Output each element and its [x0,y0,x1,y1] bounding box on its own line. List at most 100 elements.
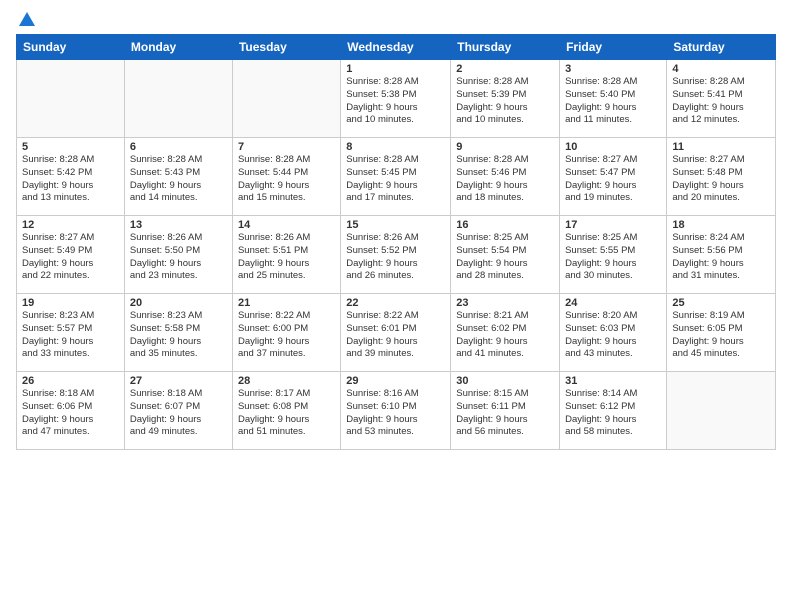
day-info: Sunrise: 8:20 AM Sunset: 6:03 PM Dayligh… [565,310,661,361]
day-number: 13 [130,219,227,231]
day-cell: 7Sunrise: 8:28 AM Sunset: 5:44 PM Daylig… [232,138,340,216]
day-info: Sunrise: 8:14 AM Sunset: 6:12 PM Dayligh… [565,388,661,439]
day-info: Sunrise: 8:18 AM Sunset: 6:06 PM Dayligh… [22,388,119,439]
day-info: Sunrise: 8:26 AM Sunset: 5:51 PM Dayligh… [238,232,335,283]
day-info: Sunrise: 8:22 AM Sunset: 6:01 PM Dayligh… [346,310,445,361]
day-cell: 17Sunrise: 8:25 AM Sunset: 5:55 PM Dayli… [560,216,667,294]
week-row-4: 19Sunrise: 8:23 AM Sunset: 5:57 PM Dayli… [17,294,776,372]
day-number: 26 [22,375,119,387]
weekday-header-thursday: Thursday [451,35,560,60]
day-cell: 22Sunrise: 8:22 AM Sunset: 6:01 PM Dayli… [341,294,451,372]
day-number: 18 [672,219,770,231]
day-cell: 6Sunrise: 8:28 AM Sunset: 5:43 PM Daylig… [124,138,232,216]
logo [16,12,35,26]
day-cell: 4Sunrise: 8:28 AM Sunset: 5:41 PM Daylig… [667,60,776,138]
day-info: Sunrise: 8:16 AM Sunset: 6:10 PM Dayligh… [346,388,445,439]
day-number: 4 [672,63,770,75]
day-number: 29 [346,375,445,387]
day-cell: 3Sunrise: 8:28 AM Sunset: 5:40 PM Daylig… [560,60,667,138]
day-number: 12 [22,219,119,231]
day-info: Sunrise: 8:28 AM Sunset: 5:43 PM Dayligh… [130,154,227,205]
day-info: Sunrise: 8:28 AM Sunset: 5:38 PM Dayligh… [346,76,445,127]
day-number: 21 [238,297,335,309]
day-number: 24 [565,297,661,309]
day-info: Sunrise: 8:27 AM Sunset: 5:47 PM Dayligh… [565,154,661,205]
day-cell: 31Sunrise: 8:14 AM Sunset: 6:12 PM Dayli… [560,372,667,450]
day-info: Sunrise: 8:18 AM Sunset: 6:07 PM Dayligh… [130,388,227,439]
day-cell: 24Sunrise: 8:20 AM Sunset: 6:03 PM Dayli… [560,294,667,372]
day-number: 27 [130,375,227,387]
calendar: SundayMondayTuesdayWednesdayThursdayFrid… [16,34,776,450]
day-cell: 18Sunrise: 8:24 AM Sunset: 5:56 PM Dayli… [667,216,776,294]
day-number: 20 [130,297,227,309]
day-info: Sunrise: 8:25 AM Sunset: 5:55 PM Dayligh… [565,232,661,283]
day-cell: 10Sunrise: 8:27 AM Sunset: 5:47 PM Dayli… [560,138,667,216]
day-cell: 12Sunrise: 8:27 AM Sunset: 5:49 PM Dayli… [17,216,125,294]
day-info: Sunrise: 8:23 AM Sunset: 5:57 PM Dayligh… [22,310,119,361]
day-number: 1 [346,63,445,75]
day-cell: 20Sunrise: 8:23 AM Sunset: 5:58 PM Dayli… [124,294,232,372]
day-cell: 5Sunrise: 8:28 AM Sunset: 5:42 PM Daylig… [17,138,125,216]
day-cell: 16Sunrise: 8:25 AM Sunset: 5:54 PM Dayli… [451,216,560,294]
week-row-2: 5Sunrise: 8:28 AM Sunset: 5:42 PM Daylig… [17,138,776,216]
day-number: 8 [346,141,445,153]
day-info: Sunrise: 8:22 AM Sunset: 6:00 PM Dayligh… [238,310,335,361]
week-row-3: 12Sunrise: 8:27 AM Sunset: 5:49 PM Dayli… [17,216,776,294]
day-cell: 26Sunrise: 8:18 AM Sunset: 6:06 PM Dayli… [17,372,125,450]
day-cell: 11Sunrise: 8:27 AM Sunset: 5:48 PM Dayli… [667,138,776,216]
day-info: Sunrise: 8:27 AM Sunset: 5:48 PM Dayligh… [672,154,770,205]
day-cell: 8Sunrise: 8:28 AM Sunset: 5:45 PM Daylig… [341,138,451,216]
day-number: 6 [130,141,227,153]
day-cell: 30Sunrise: 8:15 AM Sunset: 6:11 PM Dayli… [451,372,560,450]
day-info: Sunrise: 8:27 AM Sunset: 5:49 PM Dayligh… [22,232,119,283]
day-info: Sunrise: 8:26 AM Sunset: 5:52 PM Dayligh… [346,232,445,283]
day-cell: 13Sunrise: 8:26 AM Sunset: 5:50 PM Dayli… [124,216,232,294]
day-cell [232,60,340,138]
day-cell: 29Sunrise: 8:16 AM Sunset: 6:10 PM Dayli… [341,372,451,450]
day-info: Sunrise: 8:21 AM Sunset: 6:02 PM Dayligh… [456,310,554,361]
day-cell: 21Sunrise: 8:22 AM Sunset: 6:00 PM Dayli… [232,294,340,372]
day-number: 11 [672,141,770,153]
day-number: 28 [238,375,335,387]
day-cell: 2Sunrise: 8:28 AM Sunset: 5:39 PM Daylig… [451,60,560,138]
day-number: 25 [672,297,770,309]
day-cell: 15Sunrise: 8:26 AM Sunset: 5:52 PM Dayli… [341,216,451,294]
day-info: Sunrise: 8:28 AM Sunset: 5:39 PM Dayligh… [456,76,554,127]
day-info: Sunrise: 8:28 AM Sunset: 5:44 PM Dayligh… [238,154,335,205]
day-info: Sunrise: 8:24 AM Sunset: 5:56 PM Dayligh… [672,232,770,283]
day-number: 19 [22,297,119,309]
day-info: Sunrise: 8:19 AM Sunset: 6:05 PM Dayligh… [672,310,770,361]
day-number: 31 [565,375,661,387]
weekday-header-wednesday: Wednesday [341,35,451,60]
weekday-header-saturday: Saturday [667,35,776,60]
day-info: Sunrise: 8:28 AM Sunset: 5:42 PM Dayligh… [22,154,119,205]
day-cell: 27Sunrise: 8:18 AM Sunset: 6:07 PM Dayli… [124,372,232,450]
day-info: Sunrise: 8:26 AM Sunset: 5:50 PM Dayligh… [130,232,227,283]
day-number: 9 [456,141,554,153]
day-number: 2 [456,63,554,75]
day-info: Sunrise: 8:23 AM Sunset: 5:58 PM Dayligh… [130,310,227,361]
day-number: 14 [238,219,335,231]
day-info: Sunrise: 8:28 AM Sunset: 5:45 PM Dayligh… [346,154,445,205]
weekday-header-monday: Monday [124,35,232,60]
day-number: 10 [565,141,661,153]
page: SundayMondayTuesdayWednesdayThursdayFrid… [0,0,792,612]
day-number: 23 [456,297,554,309]
weekday-header-friday: Friday [560,35,667,60]
day-number: 22 [346,297,445,309]
day-info: Sunrise: 8:15 AM Sunset: 6:11 PM Dayligh… [456,388,554,439]
day-number: 5 [22,141,119,153]
weekday-header-row: SundayMondayTuesdayWednesdayThursdayFrid… [17,35,776,60]
day-number: 16 [456,219,554,231]
day-cell: 1Sunrise: 8:28 AM Sunset: 5:38 PM Daylig… [341,60,451,138]
day-number: 17 [565,219,661,231]
header [16,12,776,26]
day-cell [17,60,125,138]
weekday-header-tuesday: Tuesday [232,35,340,60]
week-row-1: 1Sunrise: 8:28 AM Sunset: 5:38 PM Daylig… [17,60,776,138]
day-info: Sunrise: 8:25 AM Sunset: 5:54 PM Dayligh… [456,232,554,283]
day-cell [124,60,232,138]
weekday-header-sunday: Sunday [17,35,125,60]
day-cell: 19Sunrise: 8:23 AM Sunset: 5:57 PM Dayli… [17,294,125,372]
day-cell: 23Sunrise: 8:21 AM Sunset: 6:02 PM Dayli… [451,294,560,372]
